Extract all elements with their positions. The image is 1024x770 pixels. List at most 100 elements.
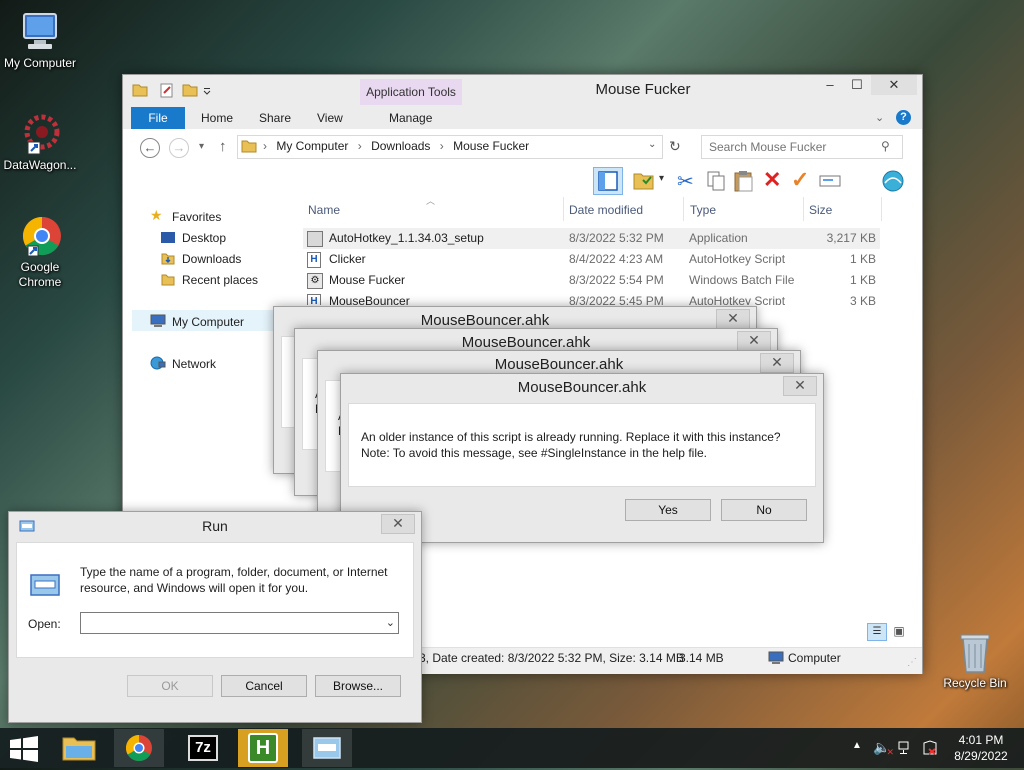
nav-downloads[interactable]: Downloads xyxy=(182,252,241,266)
sort-arrow-icon: ︿ xyxy=(426,196,436,206)
run-body: Type the name of a program, folder, docu… xyxy=(16,542,414,658)
run-description-line2: resource, and Windows will open it for y… xyxy=(80,581,309,595)
tab-manage[interactable]: Manage xyxy=(389,107,432,129)
nav-favorites[interactable]: Favorites xyxy=(172,210,221,224)
table-row[interactable]: ⚙ Mouse Fucker 8/3/2022 5:54 PM Windows … xyxy=(303,270,880,291)
nav-recent-places[interactable]: Recent places xyxy=(182,273,258,287)
breadcrumb-downloads[interactable]: Downloads xyxy=(371,139,430,153)
start-button[interactable] xyxy=(8,736,40,765)
large-icons-view-icon[interactable]: ▣ xyxy=(891,624,907,640)
rename-icon[interactable] xyxy=(819,173,841,192)
up-button[interactable]: ↑ xyxy=(219,138,227,155)
back-button[interactable]: ← xyxy=(140,138,160,158)
recent-locations-icon[interactable]: ▾ xyxy=(199,141,204,152)
application-icon xyxy=(307,231,323,247)
dropdown-arrow-icon[interactable]: ▾ xyxy=(659,173,664,184)
status-details: 3, Date created: 8/3/2022 5:32 PM, Size:… xyxy=(419,651,684,665)
run-close-button[interactable]: ✕ xyxy=(381,514,415,534)
dialog-close-button[interactable]: ✕ xyxy=(760,353,794,373)
nav-network[interactable]: Network xyxy=(172,357,216,371)
file-date: 8/4/2022 4:23 AM xyxy=(569,252,664,266)
ahk-script-icon: H xyxy=(307,252,321,268)
desktop-icon-google-chrome[interactable]: Google Chrome xyxy=(0,214,80,290)
check-icon[interactable]: ✓ xyxy=(791,167,809,193)
breadcrumb-mouse-fucker[interactable]: Mouse Fucker xyxy=(453,139,529,153)
shell-icon[interactable] xyxy=(881,169,905,196)
search-icon: ⚲ xyxy=(881,139,890,153)
taskbar-autohotkey[interactable]: H xyxy=(238,729,288,767)
nav-desktop[interactable]: Desktop xyxy=(182,231,226,245)
dialog-title[interactable]: MouseBouncer.ahk xyxy=(341,374,823,402)
desktop-icon-my-computer[interactable]: My Computer xyxy=(0,10,80,71)
yes-button[interactable]: Yes xyxy=(625,499,711,521)
address-dropdown-icon[interactable]: ⌄ xyxy=(648,139,656,150)
network-tray-icon[interactable] xyxy=(898,740,914,759)
run-description-line1: Type the name of a program, folder, docu… xyxy=(80,565,388,579)
cut-icon[interactable]: ✂ xyxy=(677,169,694,194)
maximize-button[interactable]: ☐ xyxy=(844,75,870,95)
show-hidden-icons[interactable]: ▲ xyxy=(852,740,862,751)
column-header-date[interactable]: Date modified xyxy=(569,203,643,217)
column-header-size[interactable]: Size xyxy=(809,203,832,217)
dialog-close-button[interactable]: ✕ xyxy=(783,376,817,396)
ok-button[interactable]: OK xyxy=(127,675,213,697)
table-row[interactable]: AutoHotkey_1.1.34.03_setup 8/3/2022 5:32… xyxy=(303,228,880,249)
search-input[interactable] xyxy=(707,138,879,156)
preview-pane-icon[interactable] xyxy=(593,167,623,195)
no-button[interactable]: No xyxy=(721,499,807,521)
table-row[interactable]: H Clicker 8/4/2022 4:23 AM AutoHotkey Sc… xyxy=(303,249,880,270)
chrome-icon xyxy=(18,214,62,258)
delete-icon[interactable]: ✕ xyxy=(763,167,781,193)
desktop-icon-label: Recycle Bin xyxy=(943,676,1007,690)
taskbar-run[interactable] xyxy=(302,729,352,767)
paste-icon[interactable] xyxy=(733,169,755,196)
file-name: Mouse Fucker xyxy=(329,273,406,287)
ahk-script-icon: H xyxy=(307,294,321,305)
taskbar-file-explorer[interactable] xyxy=(54,729,104,767)
run-program-icon xyxy=(29,573,61,600)
volume-muted-icon[interactable]: 🔈✕ xyxy=(873,739,898,757)
minimize-button[interactable]: – xyxy=(817,75,843,95)
open-input[interactable] xyxy=(84,615,378,632)
desktop-icon-recycle-bin[interactable]: Recycle Bin xyxy=(935,630,1015,691)
file-date: 8/3/2022 5:45 PM xyxy=(569,294,664,305)
cancel-button[interactable]: Cancel xyxy=(221,675,307,697)
open-combobox[interactable]: ⌄ xyxy=(80,612,399,634)
resize-grip-icon[interactable]: ⋰ xyxy=(907,657,917,668)
tab-share[interactable]: Share xyxy=(259,107,291,129)
copy-icon[interactable] xyxy=(705,170,727,195)
taskbar-7zip[interactable]: 7z xyxy=(178,729,228,767)
help-icon[interactable]: ? xyxy=(896,110,911,125)
column-header-type[interactable]: Type xyxy=(690,203,716,217)
details-view-icon[interactable]: ☰ xyxy=(867,623,887,641)
desktop-icon-datawagon[interactable]: DataWagon... xyxy=(0,112,80,173)
properties-folder-icon[interactable] xyxy=(633,171,655,194)
open-label: Open: xyxy=(28,617,61,631)
browse-button[interactable]: Browse... xyxy=(315,675,401,697)
dialog-close-button[interactable]: ✕ xyxy=(716,309,750,329)
column-header-name[interactable]: Name xyxy=(308,203,340,217)
clock-date[interactable]: 8/29/2022 xyxy=(948,749,1014,763)
ribbon-expand-icon[interactable]: ⌄ xyxy=(875,111,884,124)
dialog-message-line2: Note: To avoid this message, see #Single… xyxy=(361,446,707,460)
action-center-icon[interactable] xyxy=(922,740,938,759)
breadcrumb-my-computer[interactable]: My Computer xyxy=(276,139,348,153)
computer-small-icon xyxy=(150,314,166,331)
status-size: 3.14 MB xyxy=(679,651,724,665)
tab-home[interactable]: Home xyxy=(201,107,233,129)
tab-file[interactable]: File xyxy=(131,107,185,129)
dialog-close-button[interactable]: ✕ xyxy=(737,331,771,351)
taskbar-chrome[interactable] xyxy=(114,729,164,767)
table-row[interactable]: H MouseBouncer 8/3/2022 5:45 PM AutoHotk… xyxy=(303,291,880,305)
desktop-icon-label: My Computer xyxy=(3,56,77,70)
folder-icon xyxy=(241,139,257,156)
chevron-down-icon[interactable]: ⌄ xyxy=(386,616,395,629)
close-button[interactable]: ✕ xyxy=(871,75,917,95)
file-date: 8/3/2022 5:54 PM xyxy=(569,273,664,287)
tab-view[interactable]: View xyxy=(317,107,343,129)
run-title[interactable]: Run xyxy=(9,512,421,540)
forward-button[interactable]: → xyxy=(169,138,189,158)
refresh-button[interactable]: ↻ xyxy=(669,138,681,155)
clock-time[interactable]: 4:01 PM xyxy=(948,733,1014,747)
sevenzip-icon: 7z xyxy=(188,735,218,761)
